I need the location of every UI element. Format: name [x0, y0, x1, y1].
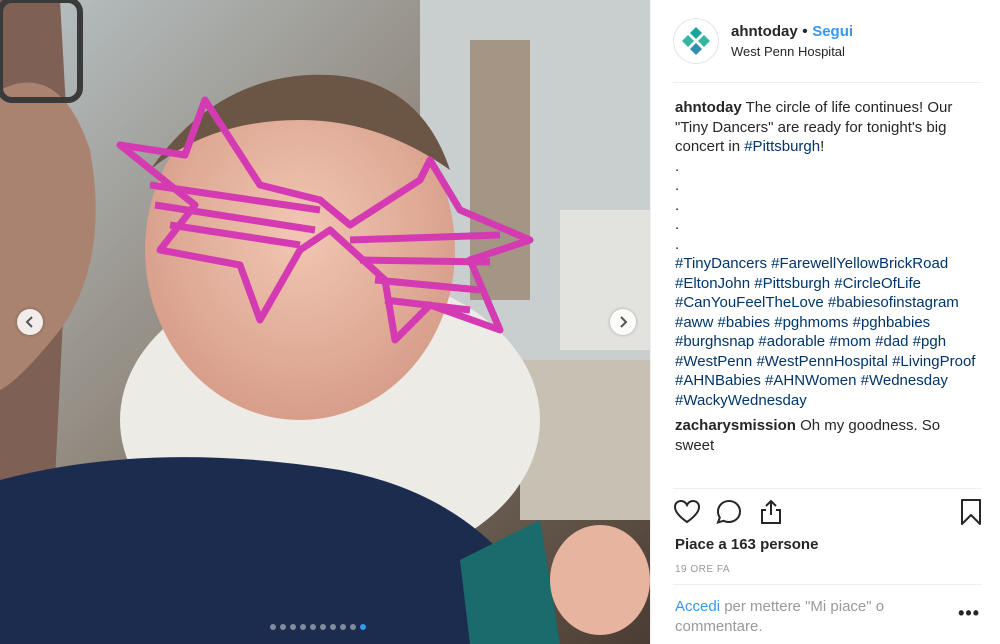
post-header: ahntoday • Segui West Penn Hospital	[673, 18, 853, 64]
chevron-right-icon	[620, 316, 628, 328]
carousel-dot	[300, 624, 306, 630]
ahn-logo-icon	[682, 27, 710, 55]
header-separator: •	[802, 23, 808, 40]
caption-dot: .	[675, 235, 680, 253]
login-prompt: Accedi per mettere "Mi piace" o commenta…	[675, 597, 935, 637]
carousel-dot	[290, 624, 296, 630]
comment-icon[interactable]	[715, 498, 743, 526]
avatar[interactable]	[673, 18, 719, 64]
post-sidebar: ahntoday • Segui West Penn Hospital ahnt…	[650, 0, 1000, 644]
carousel-dot	[350, 624, 356, 630]
caption: ahntoday The circle of life continues! O…	[675, 98, 983, 410]
carousel-dot	[270, 624, 276, 630]
carousel-dot	[330, 624, 336, 630]
previous-photo-button[interactable]	[17, 309, 43, 335]
carousel-indicator	[270, 624, 366, 630]
post-timestamp[interactable]: 19 ORE FA	[675, 564, 730, 575]
caption-dot: .	[675, 157, 680, 175]
next-photo-button[interactable]	[610, 309, 636, 335]
comment-item: zacharysmission Oh my goodness. So sweet	[675, 416, 983, 455]
carousel-dot	[360, 624, 366, 630]
carousel-dot	[320, 624, 326, 630]
carousel-dot	[310, 624, 316, 630]
follow-button[interactable]: Segui	[812, 23, 853, 40]
post-location[interactable]: West Penn Hospital	[731, 44, 853, 59]
action-bar	[673, 498, 985, 530]
post-viewer: ahntoday • Segui West Penn Hospital ahnt…	[0, 0, 1000, 644]
baby-photo-illustration	[0, 0, 650, 644]
post-photo[interactable]	[0, 0, 650, 644]
more-options-button[interactable]: •••	[958, 603, 980, 624]
carousel-dot	[280, 624, 286, 630]
likes-count[interactable]: Piace a 163 persone	[675, 536, 818, 553]
caption-end: !	[820, 138, 825, 155]
caption-username[interactable]: ahntoday	[675, 99, 742, 116]
comment-username[interactable]: zacharysmission	[675, 417, 796, 434]
divider	[673, 584, 982, 585]
divider	[673, 488, 982, 489]
hashtag-pittsburgh[interactable]: #Pittsburgh	[744, 138, 820, 155]
login-link[interactable]: Accedi	[675, 598, 720, 615]
divider	[673, 82, 982, 83]
bookmark-icon[interactable]	[957, 498, 985, 526]
post-username[interactable]: ahntoday	[731, 23, 798, 40]
caption-dot: .	[675, 216, 680, 233]
carousel-dot	[340, 624, 346, 630]
heart-icon[interactable]	[673, 498, 701, 526]
caption-hashtags[interactable]: #TinyDancers #FarewellYellowBrickRoad #E…	[675, 255, 975, 409]
comments-list: ahntoday The circle of life continues! O…	[675, 98, 983, 455]
chevron-left-icon	[25, 316, 33, 328]
share-icon[interactable]	[757, 498, 785, 526]
caption-dot: .	[675, 177, 680, 194]
caption-dot: .	[675, 196, 680, 214]
